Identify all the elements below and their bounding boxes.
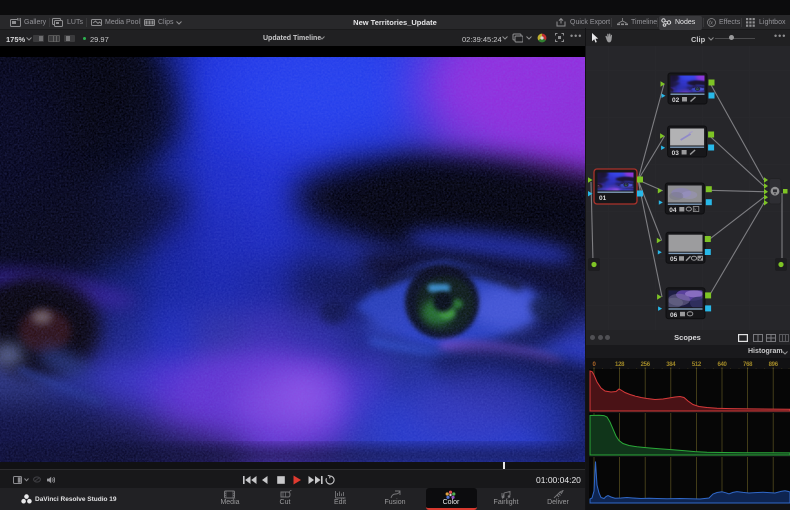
- svg-text:01: 01: [599, 195, 607, 202]
- svg-text:896: 896: [769, 362, 779, 368]
- svg-text:512: 512: [692, 362, 702, 368]
- svg-text:05: 05: [670, 256, 678, 263]
- svg-text:768: 768: [743, 362, 753, 368]
- svg-text:fx: fx: [709, 20, 713, 26]
- svg-text:256: 256: [641, 362, 651, 368]
- svg-text:06: 06: [670, 312, 678, 319]
- svg-text:03: 03: [672, 150, 680, 157]
- svg-text:384: 384: [666, 362, 676, 368]
- svg-text:640: 640: [717, 362, 727, 368]
- svg-text:128: 128: [615, 362, 625, 368]
- svg-text:02: 02: [672, 97, 680, 104]
- svg-text:04: 04: [669, 207, 677, 214]
